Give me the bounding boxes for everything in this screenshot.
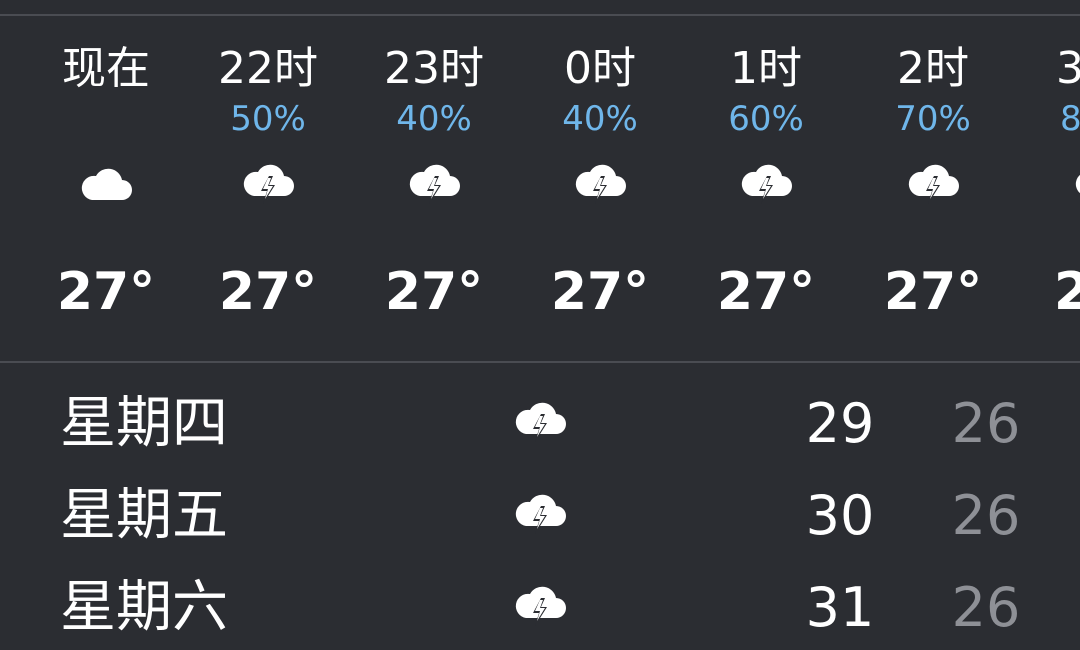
thunderstorm-icon [568,152,632,216]
day-low-temp: 26 [951,484,1021,547]
hour-precipitation: 70% [895,99,971,139]
hour-temperature: 27° [56,262,156,322]
section-divider [0,361,1080,363]
hour-temperature: 2 [1054,262,1080,322]
thunderstorm-icon [734,152,798,216]
hour-temperature: 27° [716,262,816,322]
daily-row: 星期四 29 26 [0,376,1080,466]
day-name: 星期六 [60,575,228,640]
day-high-temp: 29 [805,392,875,455]
hour-time: 现在 [62,43,150,94]
hour-precipitation: 40% [396,99,472,139]
hour-precipitation: 8 [1060,99,1080,139]
day-low-temp: 26 [951,392,1021,455]
hour-item: 现在 27° [26,0,186,360]
hour-precipitation: 50% [230,99,306,139]
hour-temperature: 27° [550,262,650,322]
thunderstorm-icon [1068,152,1080,216]
thunderstorm-icon [402,152,466,216]
day-low-temp: 26 [951,576,1021,639]
hour-item: 0时 40% 27° [520,0,680,360]
thunderstorm-icon [236,152,300,216]
day-name: 星期四 [60,391,228,456]
thunderstorm-icon [508,390,572,454]
hour-time: 1时 [730,43,802,94]
hour-time: 23时 [384,43,484,94]
hour-time: 22时 [218,43,318,94]
hour-temperature: 27° [883,262,983,322]
hour-time: 2时 [897,43,969,94]
hour-item: 2时 70% 27° [853,0,1013,360]
hour-item-clipped: 3时 8 2 [1040,0,1080,360]
thunderstorm-icon [508,574,572,638]
daily-row: 星期六 31 26 [0,560,1080,650]
day-high-temp: 31 [805,576,875,639]
day-high-temp: 30 [805,484,875,547]
hour-item: 1时 60% 27° [686,0,846,360]
hour-temperature: 27° [218,262,318,322]
hour-time: 3时 [1056,43,1080,94]
thunderstorm-icon [901,152,965,216]
day-name: 星期五 [60,483,228,548]
daily-row: 星期五 30 26 [0,468,1080,558]
hour-precipitation: 40% [562,99,638,139]
hour-temperature: 27° [384,262,484,322]
hour-item: 22时 50% 27° [188,0,348,360]
hour-time: 0时 [564,43,636,94]
cloud-icon [74,152,138,216]
thunderstorm-icon [508,482,572,546]
hour-precipitation: 60% [728,99,804,139]
hour-item: 23时 40% 27° [354,0,514,360]
